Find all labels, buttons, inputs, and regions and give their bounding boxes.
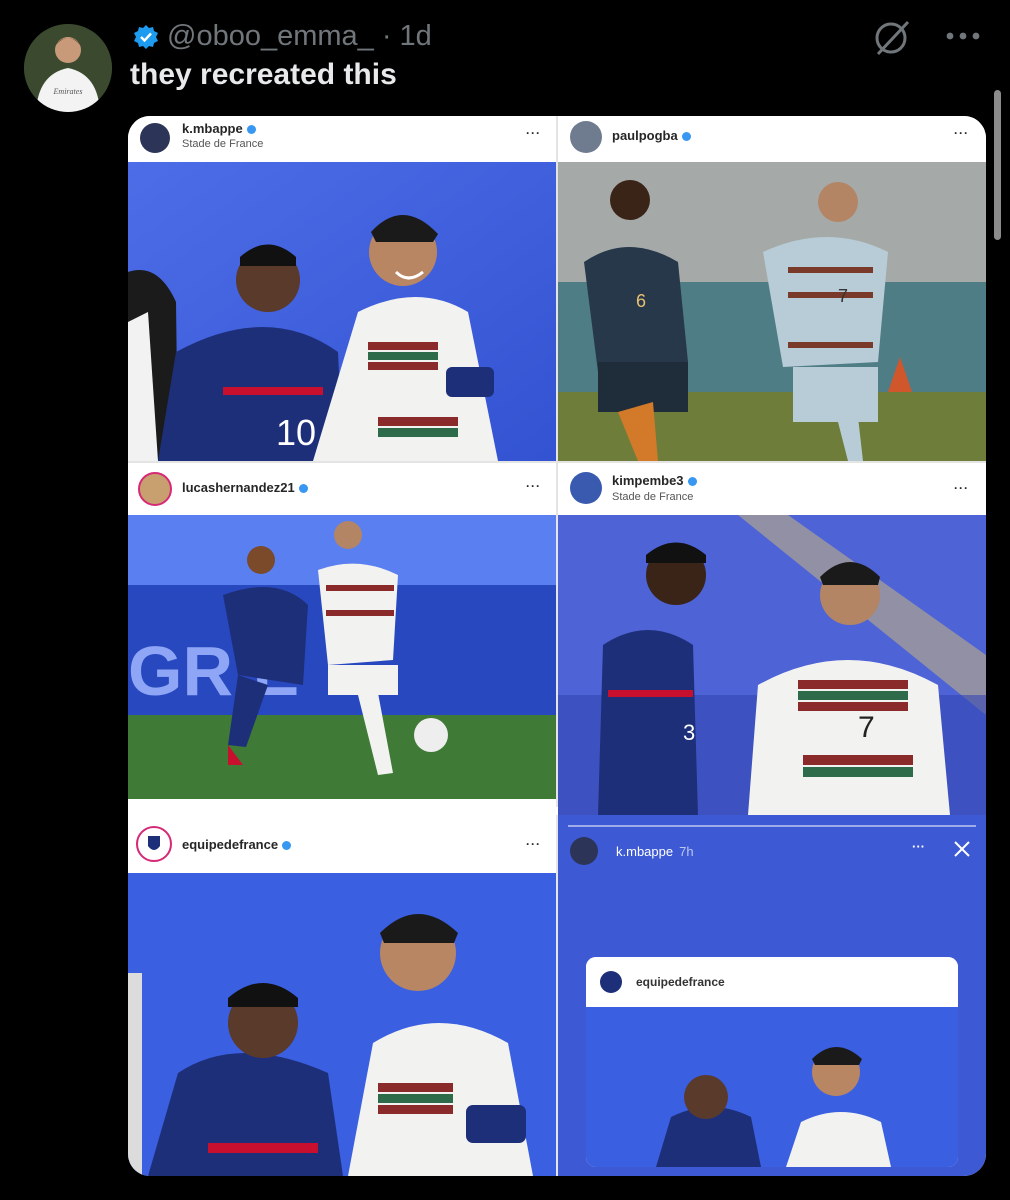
post-photo: 6 7	[558, 162, 986, 461]
post-photo: GR E	[128, 515, 556, 799]
verified-icon	[681, 132, 691, 142]
close-icon	[954, 841, 970, 857]
verified-icon	[282, 841, 292, 851]
tweet-header: @oboo_emma_ · 1d	[133, 20, 432, 53]
story-username: k.mbappe 7h	[616, 844, 694, 859]
post-photo: 10	[128, 162, 556, 461]
tweet-handle[interactable]: @oboo_emma_ · 1d	[167, 20, 432, 53]
profile-photo-icon: Emirates	[24, 24, 112, 112]
jersey-number: 6	[636, 291, 646, 311]
jersey-number: 7	[858, 711, 875, 744]
verified-icon	[687, 477, 697, 487]
post-header: equipedefrance ···	[128, 815, 556, 873]
user-avatar	[136, 826, 172, 862]
post-location: Stade de France	[612, 491, 694, 503]
shared-post-card: equipedefrance	[586, 957, 958, 1167]
post-username: paulpogba	[612, 128, 691, 143]
jersey-number: 10	[276, 412, 316, 453]
grok-icon[interactable]	[870, 16, 914, 60]
post-kimpembe3: kimpembe3 Stade de France ··· 3 7	[558, 463, 986, 815]
story-kmbappe: k.mbappe 7h ··· equipedefrance	[558, 815, 986, 1176]
more-horizontal-icon[interactable]	[942, 26, 984, 46]
user-avatar	[140, 123, 170, 153]
user-avatar	[570, 472, 602, 504]
verified-badge-icon	[134, 24, 158, 49]
verified-icon	[298, 484, 308, 494]
fff-logo-icon	[148, 836, 160, 850]
post-paulpogba: paulpogba ··· 6 7	[558, 116, 986, 461]
more-dots-icon: ···	[526, 837, 541, 851]
grid-divider	[128, 807, 558, 815]
story-avatar	[570, 837, 598, 865]
grid-divider	[128, 461, 986, 463]
more-dots-icon: ···	[954, 126, 969, 140]
verified-icon	[246, 125, 256, 135]
shared-post-photo	[586, 1007, 958, 1167]
shared-username: equipedefrance	[636, 975, 725, 989]
avatar[interactable]: Emirates	[24, 24, 112, 112]
post-header: k.mbappe Stade de France ···	[128, 116, 556, 162]
fff-logo-icon	[600, 971, 622, 993]
story-progress	[568, 825, 976, 827]
post-location: Stade de France	[182, 138, 264, 150]
more-dots-icon: ···	[954, 481, 969, 495]
post-username: equipedefrance	[182, 837, 292, 852]
user-avatar	[570, 121, 602, 153]
post-photo	[128, 873, 556, 1176]
user-avatar	[138, 472, 172, 506]
tweet-media-image[interactable]: k.mbappe Stade de France ··· 10 paulpogb…	[128, 116, 986, 1176]
shared-post-header: equipedefrance	[586, 957, 958, 1007]
grid-divider	[556, 116, 558, 1176]
post-header: kimpembe3 Stade de France ···	[558, 463, 986, 515]
post-username: k.mbappe	[182, 121, 256, 136]
more-dots-icon: ···	[526, 126, 541, 140]
post-equipedefrance: equipedefrance ···	[128, 815, 556, 1176]
scrollbar[interactable]	[994, 90, 1001, 240]
post-username: lucashernandez21	[182, 480, 308, 495]
post-kmbappe: k.mbappe Stade de France ··· 10	[128, 116, 556, 461]
post-header: lucashernandez21 ···	[128, 463, 556, 515]
svg-text:Emirates: Emirates	[53, 87, 83, 96]
post-username: kimpembe3	[612, 473, 697, 488]
more-dots-icon: ···	[526, 479, 541, 493]
jersey-number: 3	[683, 720, 695, 745]
post-lucashernandez21: lucashernandez21 ··· GR E	[128, 463, 556, 807]
tweet-text: they recreated this	[130, 58, 397, 91]
post-photo: 3 7	[558, 515, 986, 815]
jersey-number: 7	[838, 286, 848, 306]
more-dots-icon: ···	[912, 839, 925, 854]
post-header: paulpogba ···	[558, 116, 986, 162]
